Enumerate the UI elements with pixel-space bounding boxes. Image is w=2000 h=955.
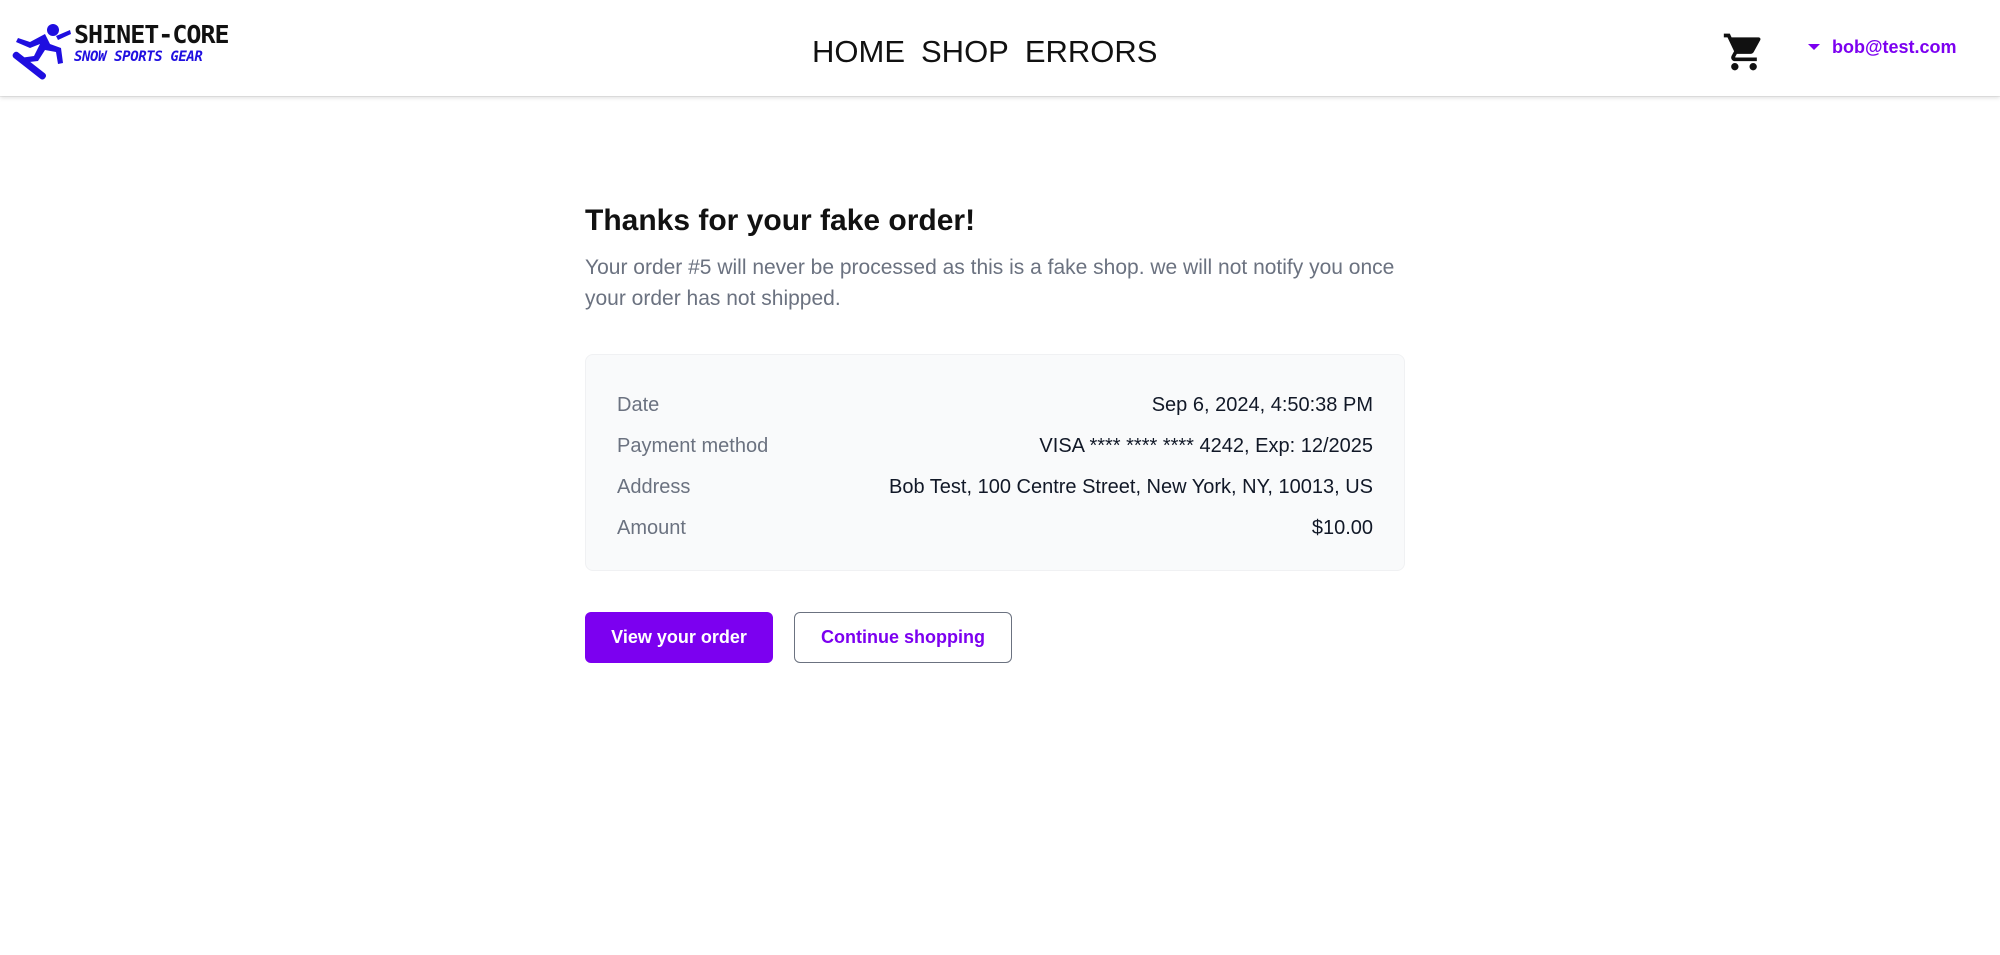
summary-label: Payment method: [617, 435, 769, 457]
summary-label: Amount: [617, 517, 686, 539]
summary-label: Date: [617, 394, 660, 416]
user-email: bob@test.com: [1832, 37, 1957, 57]
snowboarder-icon: [12, 24, 71, 80]
main-nav: HOME SHOP ERRORS: [812, 32, 1158, 72]
summary-value: Bob Test, 100 Centre Street, New York, N…: [889, 476, 1373, 498]
view-order-button[interactable]: View your order: [585, 612, 773, 663]
nav-errors[interactable]: ERRORS: [1025, 32, 1158, 72]
user-menu[interactable]: bob@test.com: [1808, 34, 1957, 60]
summary-row-amount: Amount $10.00: [617, 508, 1373, 549]
order-summary: Date Sep 6, 2024, 4:50:38 PM Payment met…: [585, 354, 1405, 571]
page-title: Thanks for your fake order!: [585, 204, 976, 237]
nav-home[interactable]: HOME: [812, 32, 905, 72]
site-logo[interactable]: SHINET-CORE SNOW SPORTS GEAR: [12, 18, 230, 80]
summary-value: Sep 6, 2024, 4:50:38 PM: [1151, 394, 1373, 416]
order-message: Your order #5 will never be processed as…: [585, 256, 1395, 310]
confirmation-actions: View your order Continue shopping: [585, 612, 1012, 663]
cart-button[interactable]: [1722, 30, 1766, 74]
nav-shop[interactable]: SHOP: [921, 32, 1009, 72]
summary-row-payment: Payment method VISA **** **** **** 4242,…: [617, 426, 1373, 467]
caret-down-icon: [1808, 44, 1820, 50]
logo-title: SHINET-CORE: [74, 20, 230, 49]
summary-row-address: Address Bob Test, 100 Centre Street, New…: [617, 467, 1373, 508]
summary-row-date: Date Sep 6, 2024, 4:50:38 PM: [617, 385, 1373, 426]
logo-subtitle: SNOW SPORTS GEAR: [74, 49, 203, 65]
cart-icon: [1723, 33, 1761, 71]
order-confirmation: Thanks for your fake order! Your order #…: [585, 200, 1405, 663]
summary-value: $10.00: [1311, 517, 1373, 539]
top-nav-bar: SHINET-CORE SNOW SPORTS GEAR HOME SHOP E…: [0, 0, 2000, 96]
continue-shopping-button[interactable]: Continue shopping: [794, 612, 1012, 663]
summary-value: VISA **** **** **** 4242, Exp: 12/2025: [1039, 435, 1373, 457]
summary-label: Address: [617, 476, 691, 498]
